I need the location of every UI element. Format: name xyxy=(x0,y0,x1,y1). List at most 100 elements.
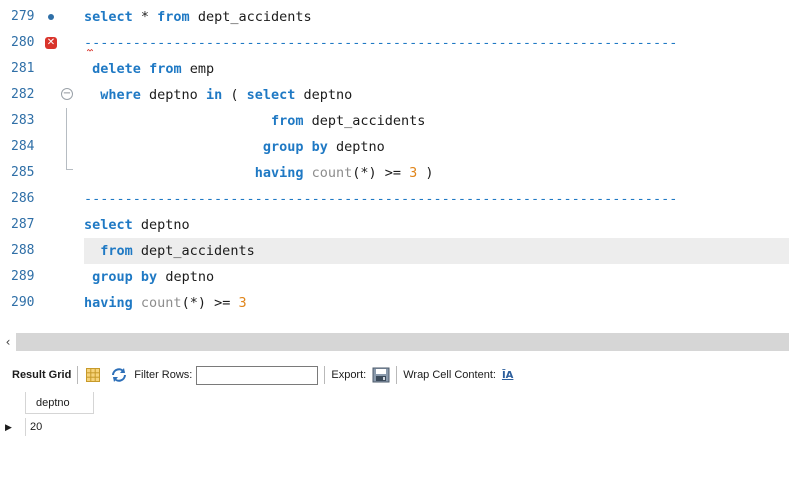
sql-keyword: where xyxy=(100,87,141,103)
code-line[interactable]: 283 from dept_accidents xyxy=(0,108,789,134)
sql-keyword: select xyxy=(246,87,296,103)
refresh-icon[interactable] xyxy=(110,367,128,383)
sql-keyword: having xyxy=(254,165,304,181)
code-token: dept_accidents xyxy=(303,113,426,129)
code-line[interactable]: 284 group by deptno xyxy=(0,134,789,160)
editor-horizontal-scrollbar[interactable]: ‹ xyxy=(0,333,789,351)
grid-layout-icon[interactable] xyxy=(86,368,101,382)
sql-keyword: select xyxy=(84,9,133,25)
line-number: 285 xyxy=(11,165,35,180)
code-token: (*) >= xyxy=(181,295,239,311)
code-text[interactable]: ----------------------------------------… xyxy=(84,30,789,56)
grid-corner-cell xyxy=(0,392,26,414)
code-line[interactable]: 281 delete from emp xyxy=(0,56,789,82)
table-row[interactable]: ▶ 20 xyxy=(0,418,94,436)
sql-function: count xyxy=(311,165,353,181)
code-line[interactable]: 285 having count(*) >= 3 ) xyxy=(0,160,789,186)
code-text[interactable]: group by deptno xyxy=(84,134,789,160)
code-token: ( xyxy=(222,87,247,103)
statement-dot-icon xyxy=(44,4,58,30)
code-line[interactable]: 282 − where deptno in ( select deptno xyxy=(0,82,789,108)
line-number: 281 xyxy=(11,61,35,76)
current-row-indicator-icon: ▶ xyxy=(0,418,26,436)
scroll-left-arrow-icon[interactable]: ‹ xyxy=(0,333,16,351)
sql-keyword: from xyxy=(100,243,133,259)
export-label: Export: xyxy=(331,369,367,381)
code-text[interactable]: having count(*) >= 3 xyxy=(84,290,789,316)
column-header-deptno[interactable]: deptno xyxy=(26,392,94,414)
code-text[interactable]: select deptno xyxy=(84,212,789,238)
sql-keyword: from xyxy=(270,113,304,129)
code-token: ) xyxy=(417,165,434,181)
code-token: * xyxy=(132,9,158,25)
export-icon[interactable] xyxy=(372,367,390,383)
sql-keyword: by xyxy=(140,269,158,285)
code-line[interactable]: 290 having count(*) >= 3 xyxy=(0,290,789,316)
sql-keyword: in xyxy=(205,87,223,103)
code-line[interactable]: 289 group by deptno xyxy=(0,264,789,290)
sql-keyword: delete xyxy=(92,61,141,77)
filter-rows-input[interactable] xyxy=(196,365,319,385)
code-text[interactable]: delete from emp xyxy=(84,56,789,82)
comment-separator: ----------------------------------------… xyxy=(84,191,678,207)
sql-keyword: from xyxy=(149,61,182,77)
wrap-cell-content-icon[interactable]: ĪA xyxy=(502,370,513,381)
line-number: 290 xyxy=(11,295,35,310)
sql-keyword: from xyxy=(157,9,190,25)
fold-guide-end xyxy=(66,169,73,170)
result-grid[interactable]: deptno ▶ 20 xyxy=(0,392,789,485)
code-text[interactable]: select * from dept_accidents xyxy=(84,4,789,30)
line-number: 284 xyxy=(11,139,35,154)
code-text[interactable]: from dept_accidents xyxy=(84,108,789,134)
sql-keyword: select xyxy=(84,217,133,233)
sql-function: count xyxy=(140,295,182,311)
line-number: 287 xyxy=(11,217,35,232)
code-token: (*) >= xyxy=(352,165,410,181)
code-line[interactable]: 279 select * from dept_accidents xyxy=(0,4,789,30)
code-token: dept_accidents xyxy=(189,9,312,25)
code-text[interactable]: ----------------------------------------… xyxy=(84,186,789,212)
comment-separator: ----------------------------------------… xyxy=(84,35,678,51)
error-x-icon: ✕ xyxy=(45,37,57,49)
error-squiggle-icon xyxy=(87,49,93,52)
sql-keyword: having xyxy=(84,295,133,311)
code-line[interactable]: 287 select deptno xyxy=(0,212,789,238)
fold-guide xyxy=(66,108,67,170)
code-token: emp xyxy=(181,61,215,77)
sql-editor[interactable]: 279 select * from dept_accidents 280 ✕ -----… xyxy=(0,0,789,320)
toolbar-divider xyxy=(324,366,326,384)
code-line[interactable]: 286 -------------------------------------… xyxy=(0,186,789,212)
result-grid-tab[interactable]: Result Grid xyxy=(0,369,71,381)
line-number: 282 xyxy=(11,87,35,102)
code-token: dept_accidents xyxy=(132,243,255,259)
table-cell[interactable]: 20 xyxy=(26,418,94,436)
code-line[interactable]: 280 ✕ ------------------------------------… xyxy=(0,30,789,56)
toolbar-divider xyxy=(396,366,398,384)
code-text[interactable]: having count(*) >= 3 ) xyxy=(84,160,789,186)
code-text[interactable]: from dept_accidents xyxy=(84,238,789,264)
sql-keyword: by xyxy=(311,139,328,155)
line-number: 288 xyxy=(11,243,35,258)
code-text[interactable]: where deptno in ( select deptno xyxy=(84,82,789,108)
fold-collapse-icon[interactable]: − xyxy=(61,88,73,100)
filter-rows-label: Filter Rows: xyxy=(134,369,193,381)
code-line[interactable]: 288 from dept_accidents xyxy=(0,238,789,264)
code-text[interactable]: group by deptno xyxy=(84,264,789,290)
sql-keyword: group xyxy=(262,139,304,155)
grid-header-row: deptno xyxy=(0,392,94,414)
code-token: deptno xyxy=(295,87,353,103)
dot-icon xyxy=(48,14,54,20)
result-toolbar: Result Grid Filter Rows: Export: Wrap Ce… xyxy=(0,362,789,388)
